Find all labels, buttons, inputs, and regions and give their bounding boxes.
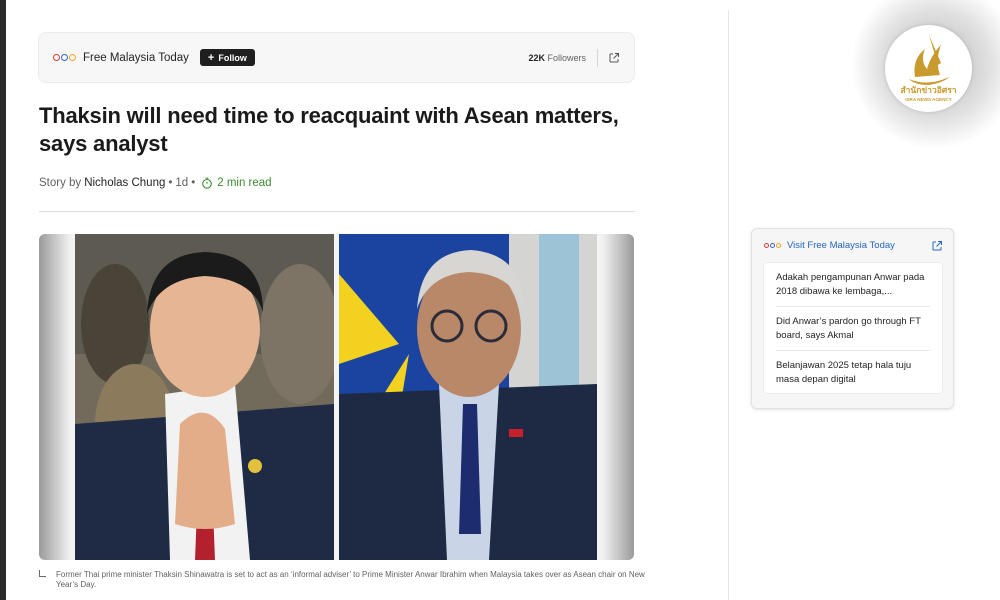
article-age: 1d: [175, 177, 189, 189]
stopwatch-icon: [202, 177, 213, 189]
followers-number: 22K: [528, 52, 545, 63]
plus-icon: +: [207, 51, 215, 64]
publisher-name[interactable]: Free Malaysia Today: [83, 52, 189, 64]
byline-divider: [39, 211, 635, 212]
publisher-logo-small: [764, 243, 781, 248]
watermark-thai-name: สำนักข่าวอิศรา: [900, 85, 956, 96]
read-time: 2 min read: [201, 177, 272, 189]
article-headline: Thaksin will need time to reacquaint wit…: [39, 103, 619, 156]
followers-count: 22K Followers: [528, 53, 586, 63]
story-by-label: Story by: [39, 177, 82, 189]
image-caption: Former Thai prime minister Thaksin Shina…: [56, 570, 645, 589]
logo-dot-red: [53, 54, 60, 61]
logo-dot-blue: [770, 243, 775, 248]
follow-label: Follow: [218, 52, 247, 63]
open-external-icon[interactable]: [931, 240, 943, 252]
visit-publisher-link[interactable]: Visit Free Malaysia Today: [764, 240, 895, 251]
photo-anwar: [339, 234, 597, 560]
followers-label: Followers: [547, 52, 586, 63]
logo-dot-yellow: [776, 243, 781, 248]
isra-news-agency-logo: สำนักข่าวอิศรา ISRA NEWS AGENCY: [885, 25, 972, 112]
column-divider: [728, 10, 729, 600]
related-stories-list: Adakah pengampunan Anwar pada 2018 dibaw…: [763, 262, 943, 394]
publisher-bar: Free Malaysia Today + Follow 22K Followe…: [38, 32, 635, 83]
open-external-icon[interactable]: [608, 52, 620, 64]
publisher-sidebar-card: Visit Free Malaysia Today Adakah pengamp…: [751, 228, 954, 409]
article-hero-image[interactable]: [39, 234, 634, 560]
left-edge-strip: [0, 0, 6, 600]
caption-marker: [39, 570, 46, 577]
photo-thaksin: [75, 234, 334, 560]
related-story-item[interactable]: Adakah pengampunan Anwar pada 2018 dibaw…: [776, 263, 930, 307]
logo-dot-blue: [61, 54, 68, 61]
author-name[interactable]: Nicholas Chung: [84, 177, 165, 189]
related-story-item[interactable]: Did Anwar’s pardon go through FT board, …: [776, 307, 930, 351]
related-story-item[interactable]: Belanjawan 2025 tetap hala tuju masa dep…: [776, 351, 930, 395]
byline-separator: •: [191, 177, 196, 189]
logo-dot-yellow: [69, 54, 76, 61]
publisher-logo[interactable]: [53, 54, 76, 61]
logo-dot-red: [764, 243, 769, 248]
read-time-label: 2 min read: [217, 177, 272, 189]
byline: Story by Nicholas Chung • 1d • 2 min rea…: [39, 177, 272, 189]
bar-separator: [597, 48, 598, 67]
watermark-english-name: ISRA NEWS AGENCY: [905, 97, 952, 102]
byline-separator: •: [168, 177, 173, 189]
visit-publisher-label: Visit Free Malaysia Today: [787, 240, 895, 251]
follow-button[interactable]: + Follow: [199, 49, 255, 66]
